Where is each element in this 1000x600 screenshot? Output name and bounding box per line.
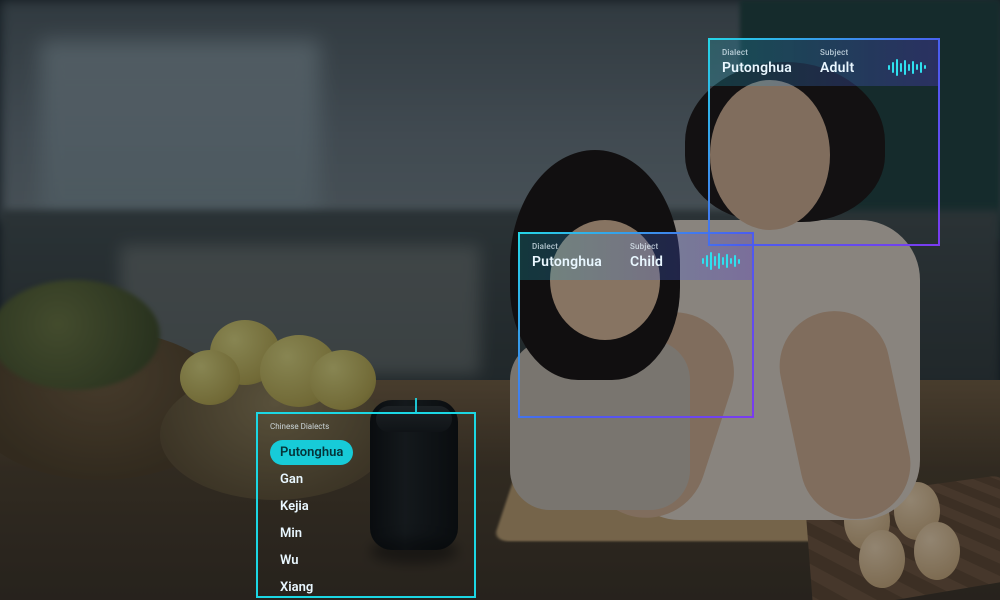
dialect-option[interactable]: Gan — [270, 467, 313, 492]
dialect-label: Dialect — [532, 242, 602, 251]
dialect-panel: Chinese Dialects PutonghuaGanKejiaMinWuX… — [256, 412, 476, 598]
callout-adult-header: Dialect Putonghua Subject Adult — [710, 40, 938, 86]
subject-label: Subject — [820, 48, 854, 57]
dialect-option[interactable]: Xiang — [270, 575, 323, 600]
callout-adult: Dialect Putonghua Subject Adult — [708, 38, 940, 246]
dialect-label: Dialect — [722, 48, 792, 57]
callout-child: Dialect Putonghua Subject Child — [518, 232, 754, 418]
dialect-value: Putonghua — [722, 60, 792, 76]
dialect-option[interactable]: Wu — [270, 548, 309, 573]
dialect-option[interactable]: Kejia — [270, 494, 319, 519]
dialect-value: Putonghua — [532, 254, 602, 270]
dialect-panel-title: Chinese Dialects — [270, 422, 329, 431]
dialect-option[interactable]: Min — [270, 521, 312, 546]
waveform-icon — [702, 252, 740, 270]
connector-line — [415, 398, 417, 412]
dialect-option-list: PutonghuaGanKejiaMinWuXiangYue — [270, 438, 462, 600]
subject-label: Subject — [630, 242, 663, 251]
scene-root: Chinese Dialects PutonghuaGanKejiaMinWuX… — [0, 0, 1000, 600]
waveform-icon — [888, 58, 926, 76]
subject-value: Child — [630, 254, 663, 270]
subject-value: Adult — [820, 60, 854, 76]
dialect-option[interactable]: Putonghua — [270, 440, 353, 465]
